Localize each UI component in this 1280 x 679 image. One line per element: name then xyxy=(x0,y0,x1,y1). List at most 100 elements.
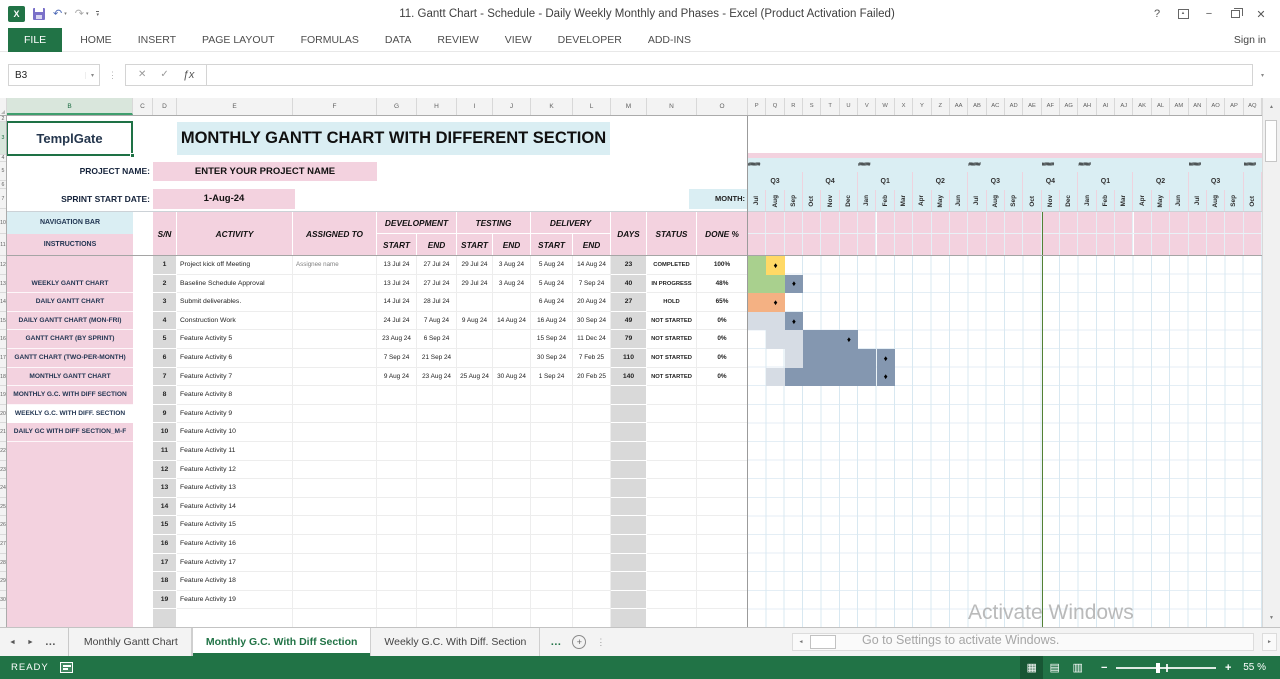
cell-del_end-row-15[interactable] xyxy=(573,516,611,535)
cell-dev_end-row-11[interactable] xyxy=(417,442,457,461)
column-header-ae[interactable]: AE xyxy=(1023,98,1042,115)
cell-dev_end-row-20[interactable] xyxy=(417,609,457,627)
cell-del_end-row-4[interactable]: 30 Sep 24 xyxy=(573,311,611,331)
gantt-month-may-22[interactable]: May xyxy=(1152,190,1171,212)
cell-del_start-row-6[interactable]: 30 Sep 24 xyxy=(531,349,573,368)
column-header-t[interactable]: T xyxy=(821,98,840,115)
tab-scroll-left-icon[interactable]: ◄ xyxy=(9,639,16,646)
cell-days-row-1[interactable]: 23 xyxy=(611,256,647,275)
column-header-m[interactable]: M xyxy=(611,98,647,115)
cell-assigned-row-20[interactable] xyxy=(293,609,377,627)
gantt-month-dec-17[interactable]: Dec xyxy=(1060,190,1079,212)
cell-assigned-row-13[interactable] xyxy=(293,479,377,498)
cell-test_start-row-10[interactable] xyxy=(457,423,493,442)
cell-status-row-1[interactable]: COMPLETED xyxy=(647,256,697,275)
cell-done-row-1[interactable]: 100% xyxy=(697,256,748,275)
redo-dropdown-icon[interactable]: ▾ xyxy=(86,11,89,17)
cell-assigned-row-14[interactable] xyxy=(293,497,377,517)
gantt-header-pink-cell[interactable] xyxy=(784,212,804,256)
cell-activity-row-11[interactable]: Feature Activity 11 xyxy=(177,442,293,461)
table-header-end[interactable]: END xyxy=(417,234,457,256)
cell-assigned-row-9[interactable] xyxy=(293,404,377,424)
ribbon-tab-developer[interactable]: DEVELOPER xyxy=(545,28,635,52)
gantt-quarter-partial[interactable] xyxy=(1244,172,1262,190)
cell-status-row-6[interactable]: NOT STARTED xyxy=(647,349,697,368)
sidebar-item-daily-gantt-chart[interactable]: DAILY GANTT CHART xyxy=(7,293,133,312)
cell-dev_start-row-14[interactable] xyxy=(377,497,417,517)
ribbon-tab-home[interactable]: HOME xyxy=(67,28,125,52)
cell-test_start-row-20[interactable] xyxy=(457,609,493,627)
cell-assigned-row-15[interactable] xyxy=(293,516,377,535)
cell-done-row-3[interactable]: 65% xyxy=(697,293,748,312)
gantt-quarter-q1-6[interactable]: Q1 xyxy=(1078,172,1134,190)
cell-days-row-19[interactable] xyxy=(611,590,647,610)
column-header-ak[interactable]: AK xyxy=(1134,98,1152,115)
undo-icon[interactable]: ↶ xyxy=(53,8,62,20)
cell-status-row-3[interactable]: HOLD xyxy=(647,293,697,312)
sidebar-item-daily-gc-with-diff-section-m-f[interactable]: DAILY GC WITH DIFF SECTION_M-F xyxy=(7,423,133,442)
cell-dev_start-row-8[interactable] xyxy=(377,386,417,405)
cell-test_end-row-6[interactable] xyxy=(493,349,531,368)
cell-test_start-row-11[interactable] xyxy=(457,442,493,461)
cell-assigned-row-1[interactable]: Assignee name xyxy=(293,256,377,275)
column-header-k[interactable]: K xyxy=(531,98,573,115)
gantt-month-aug-1[interactable]: Aug xyxy=(766,190,785,212)
cell-del_end-row-3[interactable]: 20 Aug 24 xyxy=(573,293,611,312)
cell-test_start-row-7[interactable]: 25 Aug 24 xyxy=(457,367,493,387)
help-icon[interactable]: ? xyxy=(1144,4,1170,24)
cell-del_start-row-11[interactable] xyxy=(531,442,573,461)
cell-sn-row-11[interactable]: 11 xyxy=(153,442,177,461)
gantt-header-pink-cell[interactable] xyxy=(766,212,785,256)
zoom-out-icon[interactable]: − xyxy=(1099,662,1109,674)
column-header-aa[interactable]: AA xyxy=(950,98,969,115)
cell-assigned-row-3[interactable] xyxy=(293,293,377,312)
cell-test_end-row-13[interactable] xyxy=(493,479,531,498)
gantt-quarter-q3-4[interactable]: Q3 xyxy=(968,172,1024,190)
cell-days-row-2[interactable]: 40 xyxy=(611,274,647,294)
cell-status-row-18[interactable] xyxy=(647,572,697,591)
gantt-quarter-q2-7[interactable]: Q2 xyxy=(1134,172,1189,190)
name-box[interactable]: B3 ▾ xyxy=(8,64,100,86)
macro-record-icon[interactable] xyxy=(59,662,73,673)
cell-activity-row-20[interactable] xyxy=(177,609,293,627)
ribbon-display-options-icon[interactable]: ▴ xyxy=(1170,4,1196,24)
table-header-development[interactable]: DEVELOPMENT xyxy=(377,212,457,234)
column-header-e[interactable]: E xyxy=(177,98,293,115)
cell-del_start-row-4[interactable]: 16 Aug 24 xyxy=(531,311,573,331)
cell-sn-row-3[interactable]: 3 xyxy=(153,293,177,312)
cell-del_start-row-8[interactable] xyxy=(531,386,573,405)
cell-test_start-row-8[interactable] xyxy=(457,386,493,405)
cell-sn-row-16[interactable]: 16 xyxy=(153,535,177,554)
cell-dev_start-row-2[interactable]: 13 Jul 24 xyxy=(377,274,417,294)
cell-del_end-row-7[interactable]: 20 Feb 25 xyxy=(573,367,611,387)
gantt-bar-cell-row-6-m2[interactable] xyxy=(784,349,804,368)
column-header-h[interactable]: H xyxy=(417,98,457,115)
page-layout-view-icon[interactable]: ▤ xyxy=(1043,656,1066,679)
tab-list-ellipsis-icon[interactable]: … xyxy=(45,636,57,648)
excel-app-icon[interactable] xyxy=(8,6,25,22)
column-header-al[interactable]: AL xyxy=(1152,98,1171,115)
gantt-header-pink-cell[interactable] xyxy=(986,212,1005,256)
gantt-header-pink-cell[interactable] xyxy=(803,212,822,256)
cell-done-row-7[interactable]: 0% xyxy=(697,367,748,387)
cell-dev_start-row-20[interactable] xyxy=(377,609,417,627)
cell-days-row-20[interactable] xyxy=(611,609,647,627)
row-header-7[interactable]: 7 xyxy=(0,189,6,209)
cell-done-row-5[interactable]: 0% xyxy=(697,330,748,349)
column-header-am[interactable]: AM xyxy=(1170,98,1189,115)
zoom-level[interactable]: 55 % xyxy=(1243,662,1280,673)
gantt-bar-cell-row-7-m6[interactable] xyxy=(858,367,877,387)
normal-view-icon[interactable]: ▦ xyxy=(1020,656,1044,679)
gantt-bar-cell-row-5-m4[interactable] xyxy=(821,330,840,349)
cell-status-row-11[interactable] xyxy=(647,442,697,461)
gantt-month-sep-26[interactable]: Sep xyxy=(1225,190,1244,212)
cell-dev_start-row-10[interactable] xyxy=(377,423,417,442)
cell-dev_start-row-13[interactable] xyxy=(377,479,417,498)
vertical-scroll-thumb[interactable] xyxy=(1265,120,1277,162)
horizontal-scroll-thumb[interactable] xyxy=(810,635,836,649)
gantt-header-pink-cell[interactable] xyxy=(1078,212,1097,256)
cell-assigned-row-6[interactable] xyxy=(293,349,377,368)
cell-test_start-row-3[interactable] xyxy=(457,293,493,312)
page-break-view-icon[interactable]: ▥ xyxy=(1066,656,1089,679)
sheet-tab-monthly-g-c-with-diff-section[interactable]: Monthly G.C. With Diff Section xyxy=(191,628,372,656)
